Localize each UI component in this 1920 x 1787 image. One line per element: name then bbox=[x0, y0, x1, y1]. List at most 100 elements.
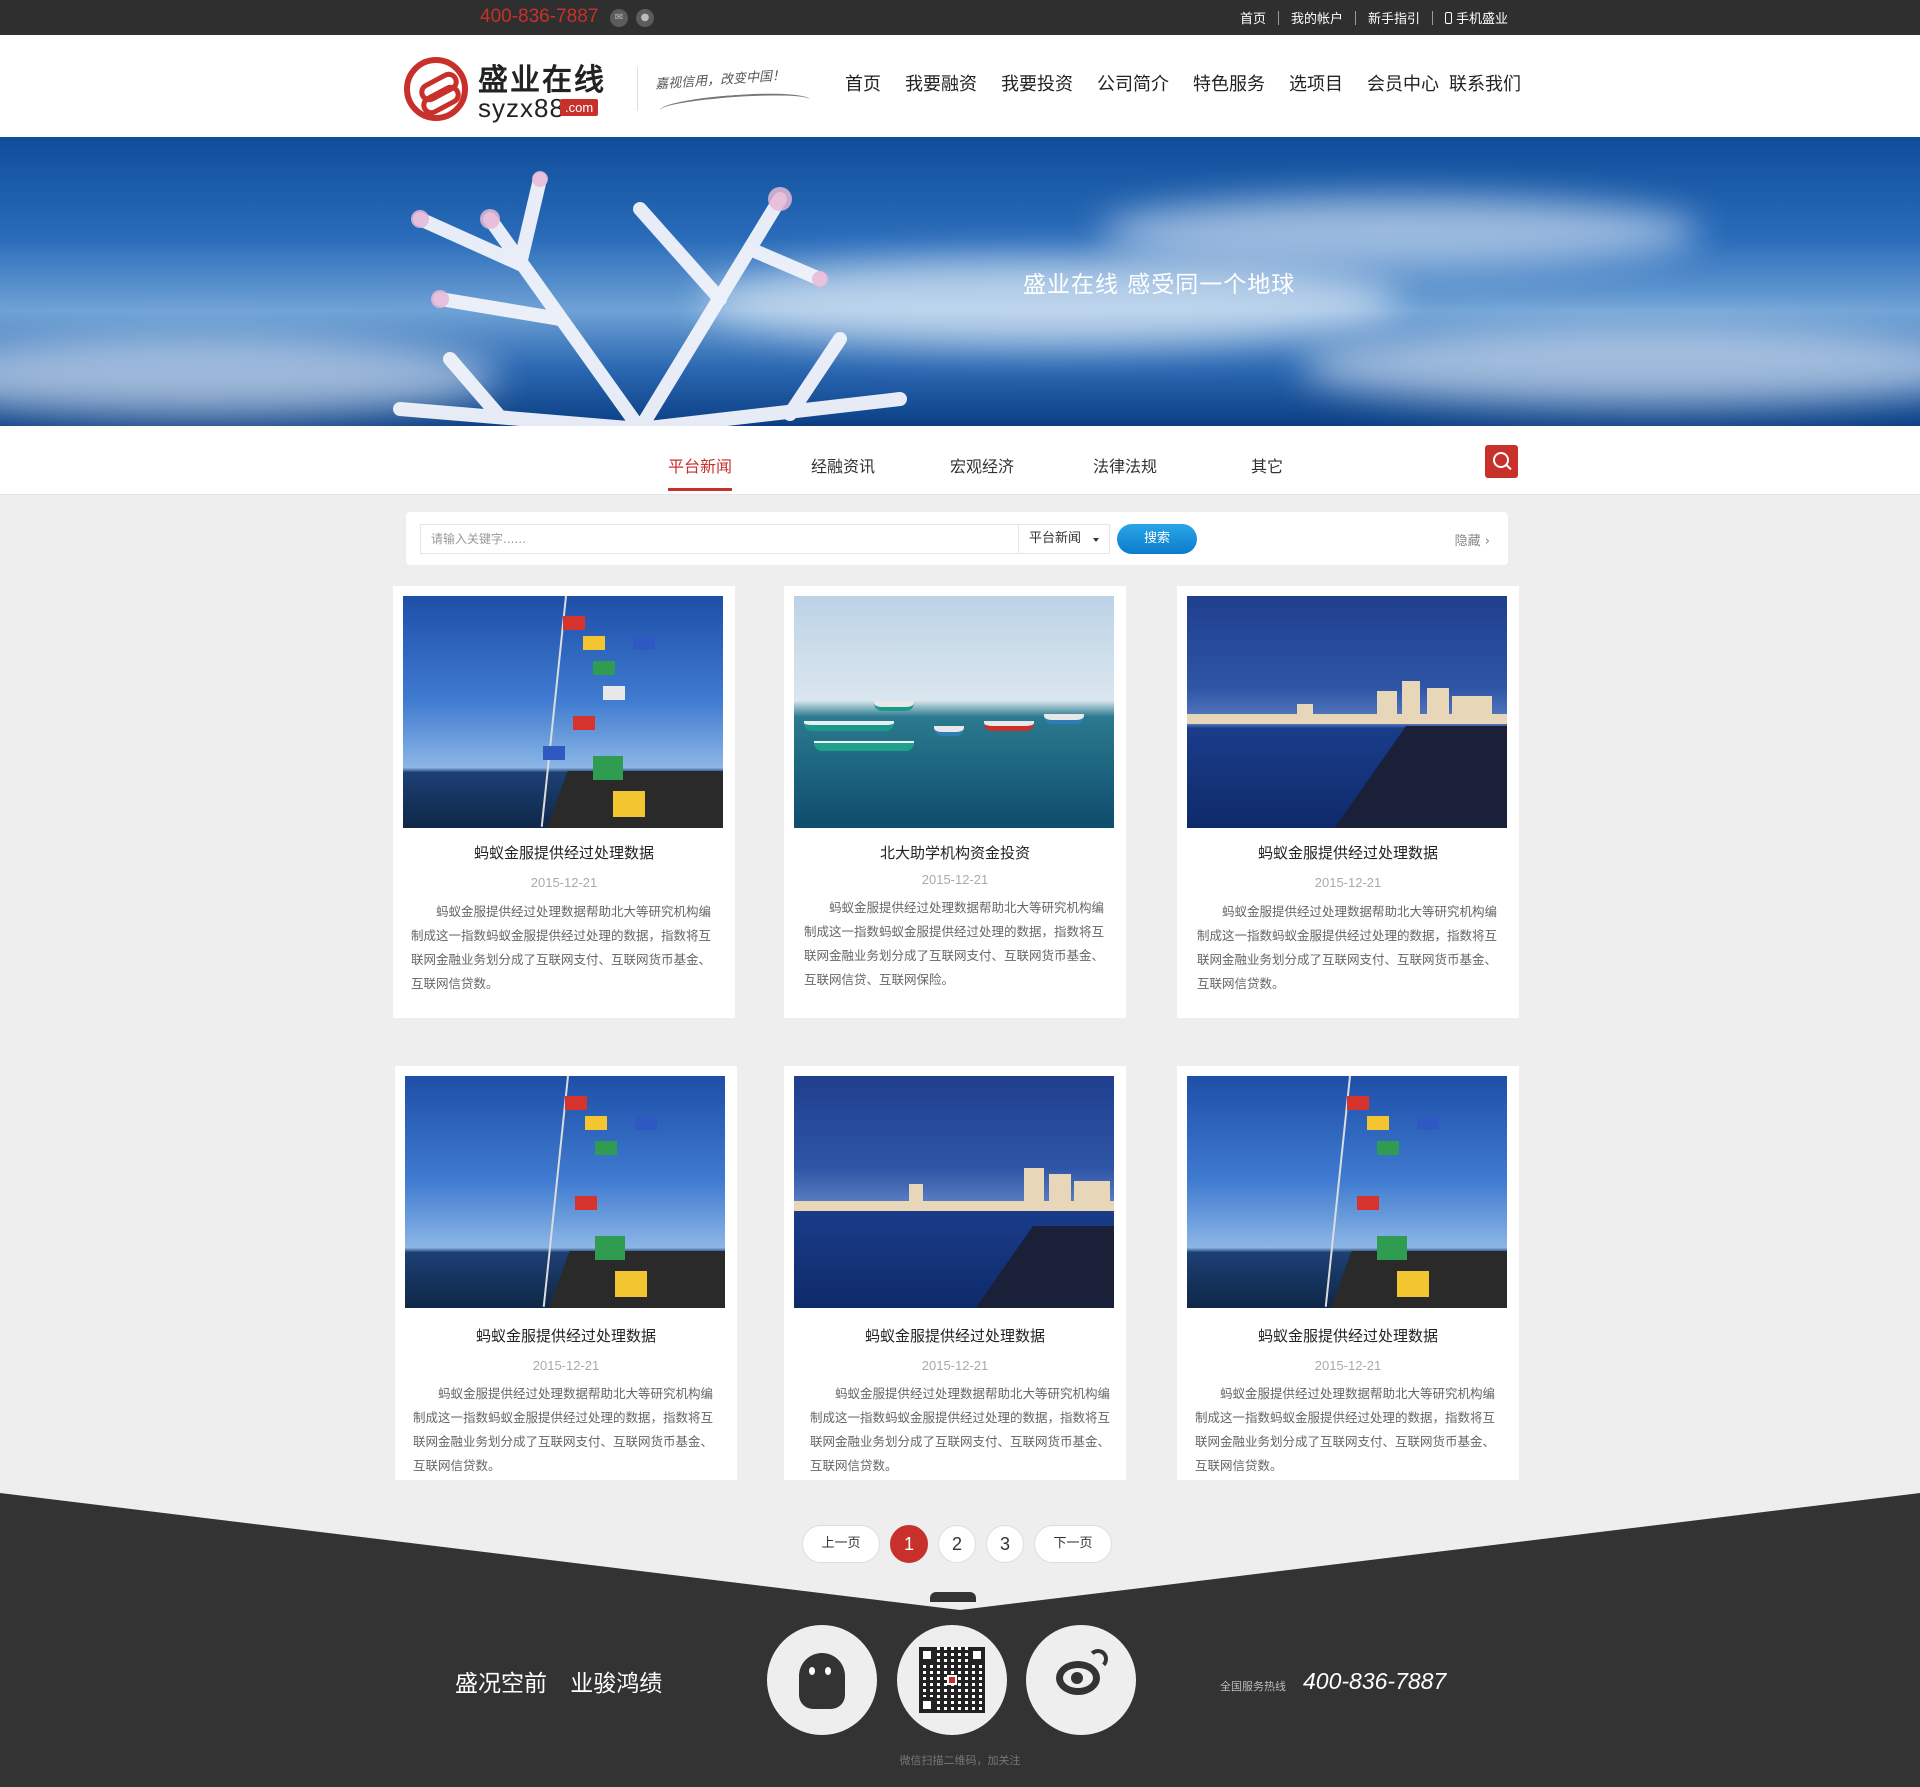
pagination: 上一页 1 2 3 下一页 bbox=[802, 1525, 1122, 1563]
search-category-value: 平台新闻 bbox=[1029, 531, 1082, 546]
weibo-button[interactable] bbox=[1026, 1625, 1136, 1735]
image-flag bbox=[575, 1196, 597, 1210]
image-building bbox=[1297, 704, 1313, 722]
article-card[interactable]: 蚂蚁金服提供经过处理数据 2015-12-21 蚂蚁金服提供经过处理数据帮助北大… bbox=[1177, 586, 1519, 1018]
top-link-guide[interactable]: 新手指引 bbox=[1368, 8, 1420, 27]
article-title[interactable]: 蚂蚁金服提供经过处理数据 bbox=[1177, 842, 1519, 863]
image-flag bbox=[593, 756, 623, 780]
slogan-swoosh bbox=[659, 89, 811, 121]
image-building bbox=[1024, 1168, 1044, 1204]
wechat-qr-icon bbox=[919, 1647, 985, 1713]
nav-invest[interactable]: 我要投资 bbox=[1001, 70, 1073, 96]
qr-center bbox=[947, 1675, 957, 1685]
image-beach bbox=[934, 1226, 1114, 1308]
hotline-label: 全国服务热线 bbox=[1220, 1680, 1286, 1693]
top-link-home[interactable]: 首页 bbox=[1240, 8, 1266, 27]
wechat-qr-button[interactable] bbox=[897, 1625, 1007, 1735]
image-boat bbox=[804, 721, 894, 731]
hide-label: 隐藏 bbox=[1454, 534, 1481, 549]
image-building bbox=[1452, 696, 1492, 722]
top-link-account[interactable]: 我的帐户 bbox=[1291, 8, 1343, 27]
article-card[interactable]: 蚂蚁金服提供经过处理数据 2015-12-21 蚂蚁金服提供经过处理数据帮助北大… bbox=[395, 1066, 737, 1498]
tab-macro-economy[interactable]: 宏观经济 bbox=[950, 453, 1014, 477]
logo-english[interactable]: syzx88 bbox=[478, 93, 565, 124]
tab-laws[interactable]: 法律法规 bbox=[1093, 453, 1157, 477]
qq-button[interactable] bbox=[767, 1625, 877, 1735]
search-icon[interactable] bbox=[1485, 445, 1518, 478]
article-card[interactable]: 蚂蚁金服提供经过处理数据 2015-12-21 蚂蚁金服提供经过处理数据帮助北大… bbox=[1177, 1066, 1519, 1498]
article-image[interactable] bbox=[1187, 596, 1507, 828]
nav-contact[interactable]: 联系我们 bbox=[1449, 70, 1521, 96]
article-image[interactable] bbox=[1187, 1076, 1507, 1308]
nav-about[interactable]: 公司简介 bbox=[1097, 70, 1169, 96]
article-title[interactable]: 蚂蚁金服提供经过处理数据 bbox=[395, 1325, 737, 1346]
tab-finance-info[interactable]: 经融资讯 bbox=[811, 453, 875, 477]
article-date: 2015-12-21 bbox=[1314, 875, 1382, 890]
image-flag bbox=[595, 1141, 617, 1155]
article-image[interactable] bbox=[405, 1076, 725, 1308]
article-image[interactable] bbox=[794, 1076, 1114, 1308]
article-excerpt: 蚂蚁金服提供经过处理数据帮助北大等研究机构编制成这一指数蚂蚁金服提供经过处理的数… bbox=[411, 904, 712, 991]
page-button-3[interactable]: 3 bbox=[986, 1525, 1024, 1563]
image-flag bbox=[613, 791, 645, 817]
divider bbox=[1277, 10, 1279, 25]
article-card[interactable]: 北大助学机构资金投资 2015-12-21 蚂蚁金服提供经过处理数据帮助北大等研… bbox=[784, 586, 1126, 1018]
tab-other[interactable]: 其它 bbox=[1251, 453, 1283, 477]
article-image[interactable] bbox=[403, 596, 723, 828]
search-category-select[interactable]: 平台新闻 bbox=[1018, 524, 1110, 554]
category-tabs: 平台新闻 经融资讯 宏观经济 法律法规 其它 bbox=[0, 426, 1920, 495]
top-links: 首页 我的帐户 新手指引 手机盛业 bbox=[1240, 8, 1508, 27]
nav-services[interactable]: 特色服务 bbox=[1193, 70, 1265, 96]
page-button-2[interactable]: 2 bbox=[938, 1525, 976, 1563]
nav-home[interactable]: 首页 bbox=[845, 70, 881, 96]
hide-search-link[interactable]: 隐藏 › bbox=[1455, 530, 1490, 549]
divider bbox=[637, 67, 638, 111]
page-button-1[interactable]: 1 bbox=[890, 1525, 928, 1563]
nav-projects[interactable]: 选项目 bbox=[1289, 70, 1343, 96]
nav-financing[interactable]: 我要融资 bbox=[905, 70, 977, 96]
divider bbox=[1354, 10, 1356, 25]
cloud bbox=[1100, 197, 1700, 267]
article-excerpt: 蚂蚁金服提供经过处理数据帮助北大等研究机构编制成这一指数蚂蚁金服提供经过处理的数… bbox=[413, 1386, 714, 1473]
article-date: 2015-12-21 bbox=[530, 875, 598, 890]
qr-corner bbox=[919, 1647, 935, 1663]
cloud bbox=[1300, 327, 1920, 407]
topbar-phone: 400-836-7887 bbox=[480, 6, 599, 27]
mobile-phone-icon bbox=[1444, 11, 1452, 24]
article-title[interactable]: 蚂蚁金服提供经过处理数据 bbox=[1177, 1325, 1519, 1346]
article-title[interactable]: 北大助学机构资金投资 bbox=[784, 842, 1126, 863]
article-card[interactable]: 蚂蚁金服提供经过处理数据 2015-12-21 蚂蚁金服提供经过处理数据帮助北大… bbox=[393, 586, 735, 1018]
qr-corner bbox=[969, 1647, 985, 1663]
article-date: 2015-12-21 bbox=[532, 1358, 600, 1373]
search-button[interactable]: 搜索 bbox=[1117, 524, 1197, 554]
top-link-mobile[interactable]: 手机盛业 bbox=[1456, 8, 1508, 27]
next-page-button[interactable]: 下一页 bbox=[1034, 1525, 1112, 1563]
image-building bbox=[1049, 1174, 1071, 1204]
image-flag bbox=[603, 686, 625, 700]
article-card[interactable]: 蚂蚁金服提供经过处理数据 2015-12-21 蚂蚁金服提供经过处理数据帮助北大… bbox=[784, 1066, 1126, 1498]
tab-platform-news[interactable]: 平台新闻 bbox=[668, 453, 733, 491]
article-title[interactable]: 蚂蚁金服提供经过处理数据 bbox=[393, 842, 735, 863]
chat-icon[interactable]: ✉ bbox=[610, 9, 628, 27]
image-flag bbox=[635, 1116, 657, 1130]
image-flag bbox=[583, 636, 605, 650]
prev-page-button[interactable]: 上一页 bbox=[802, 1525, 880, 1563]
search-input[interactable]: 请输入关键字...... bbox=[420, 524, 1025, 554]
hotline-number[interactable]: 400-836-7887 bbox=[1303, 1668, 1446, 1695]
search-bar: 请输入关键字...... 平台新闻 搜索 隐藏 › bbox=[406, 512, 1508, 565]
nav-member[interactable]: 会员中心 bbox=[1367, 70, 1439, 96]
image-building bbox=[1402, 681, 1420, 721]
logo-icon[interactable] bbox=[404, 57, 468, 121]
image-flag bbox=[595, 1236, 625, 1260]
image-flag bbox=[593, 661, 615, 675]
article-title[interactable]: 蚂蚁金服提供经过处理数据 bbox=[784, 1325, 1126, 1346]
top-bar: 400-836-7887 ✉ ● 首页 我的帐户 新手指引 手机盛业 bbox=[0, 0, 1920, 35]
image-flag bbox=[615, 1271, 647, 1297]
footer-slogan: 盛况空前 业骏鸿绩 bbox=[455, 1671, 663, 1697]
article-image[interactable] bbox=[794, 596, 1114, 828]
image-flag bbox=[565, 1096, 587, 1110]
user-icon[interactable]: ● bbox=[636, 9, 654, 27]
image-boat bbox=[874, 701, 914, 711]
image-boat bbox=[934, 726, 964, 736]
article-date: 2015-12-21 bbox=[1314, 1358, 1382, 1373]
